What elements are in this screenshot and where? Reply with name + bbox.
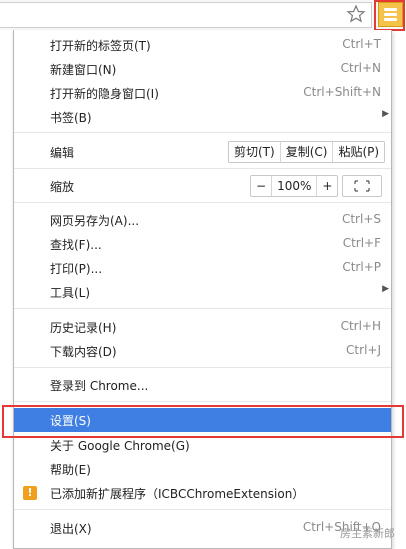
submenu-arrow-icon: ▶: [382, 284, 389, 294]
fullscreen-button[interactable]: [342, 175, 382, 197]
copy-button[interactable]: 复制(C): [281, 142, 334, 162]
menu-item-new-window[interactable]: 新建窗口(N) Ctrl+N: [14, 57, 391, 81]
menu-divider: [14, 202, 391, 203]
menu-divider: [14, 509, 391, 510]
menu-item-shortcut: Ctrl+T: [342, 37, 381, 51]
menu-divider: [14, 132, 391, 133]
bookmark-star-icon[interactable]: [346, 4, 366, 24]
menu-divider: [14, 308, 391, 309]
menu-item-label: 编辑: [50, 146, 75, 160]
menu-item-label: 打开新的标签页(T): [50, 39, 151, 53]
menu-item-help[interactable]: 帮助(E): [14, 457, 391, 481]
menu-item-label: 查找(F)...: [50, 238, 102, 252]
zoom-out-button[interactable]: −: [251, 176, 273, 196]
menu-item-label: 缩放: [50, 180, 75, 194]
menu-item-label: 下载内容(D): [50, 345, 117, 359]
menu-item-label: 工具(L): [50, 286, 91, 300]
menu-item-find[interactable]: 查找(F)... Ctrl+F: [14, 232, 391, 256]
menu-item-label: 新建窗口(N): [50, 63, 117, 77]
menu-item-label: 打印(P)...: [50, 262, 103, 276]
menu-item-edit: 编辑 剪切(T) 复制(C) 粘贴(P): [14, 138, 391, 164]
fullscreen-icon: [354, 180, 370, 192]
menu-item-label: 关于 Google Chrome(G): [50, 439, 190, 453]
menu-item-new-tab[interactable]: 打开新的标签页(T) Ctrl+T: [14, 33, 391, 57]
menu-item-shortcut: Ctrl+J: [346, 343, 381, 357]
hamburger-menu-icon[interactable]: [378, 2, 403, 27]
cut-button[interactable]: 剪切(T): [229, 142, 281, 162]
menu-item-label: 已添加新扩展程序（ICBCChromeExtension）: [50, 487, 305, 501]
menu-divider: [14, 367, 391, 368]
menu-item-label: 退出(X): [50, 522, 92, 536]
menu-item-tools[interactable]: 工具(L) ▶: [14, 280, 391, 304]
menu-divider: [14, 168, 391, 169]
menu-item-history[interactable]: 历史记录(H) Ctrl+H: [14, 315, 391, 339]
menu-item-bookmarks[interactable]: 书签(B) ▶: [14, 105, 391, 129]
paste-button[interactable]: 粘贴(P): [333, 142, 384, 162]
menu-item-label: 设置(S): [50, 414, 91, 428]
menu-item-label: 登录到 Chrome...: [50, 379, 149, 393]
menu-item-shortcut: Ctrl+N: [340, 61, 381, 75]
menu-divider: [14, 401, 391, 402]
menu-item-label: 历史记录(H): [50, 321, 117, 335]
menu-item-shortcut: Ctrl+F: [342, 236, 381, 250]
menu-item-signin[interactable]: 登录到 Chrome...: [14, 373, 391, 397]
chrome-main-menu: 打开新的标签页(T) Ctrl+T 新建窗口(N) Ctrl+N 打开新的隐身窗…: [13, 30, 392, 549]
warning-icon: !: [23, 486, 37, 500]
zoom-control: − 100% +: [250, 175, 339, 197]
zoom-in-button[interactable]: +: [317, 176, 337, 196]
menu-item-exit[interactable]: 退出(X) Ctrl+Shift+Q: [14, 516, 391, 540]
menu-item-incognito[interactable]: 打开新的隐身窗口(I) Ctrl+Shift+N: [14, 81, 391, 105]
menu-item-extension-added[interactable]: ! 已添加新扩展程序（ICBCChromeExtension）: [14, 481, 391, 505]
menu-item-downloads[interactable]: 下载内容(D) Ctrl+J: [14, 339, 391, 363]
menu-item-shortcut: Ctrl+S: [341, 212, 381, 226]
menu-item-about[interactable]: 关于 Google Chrome(G): [14, 433, 391, 457]
menu-item-shortcut: Ctrl+H: [340, 319, 381, 333]
menu-item-print[interactable]: 打印(P)... Ctrl+P: [14, 256, 391, 280]
menu-item-label: 打开新的隐身窗口(I): [50, 87, 159, 101]
submenu-arrow-icon: ▶: [382, 109, 389, 119]
menu-item-label: 网页另存为(A)...: [50, 214, 140, 228]
watermark-text: 房主素新郎: [340, 527, 395, 540]
menu-item-label: 书签(B): [50, 111, 92, 125]
menu-item-settings[interactable]: 设置(S): [14, 408, 391, 432]
menu-item-zoom: 缩放 − 100% +: [14, 172, 391, 198]
zoom-level: 100%: [272, 176, 318, 196]
edit-button-group: 剪切(T) 复制(C) 粘贴(P): [228, 141, 386, 163]
address-bar[interactable]: [0, 2, 372, 28]
menu-item-save-page[interactable]: 网页另存为(A)... Ctrl+S: [14, 208, 391, 232]
browser-toolbar: [0, 0, 406, 31]
menu-item-shortcut: Ctrl+Shift+N: [303, 85, 381, 99]
menu-item-label: 帮助(E): [50, 463, 91, 477]
menu-item-shortcut: Ctrl+P: [342, 260, 381, 274]
